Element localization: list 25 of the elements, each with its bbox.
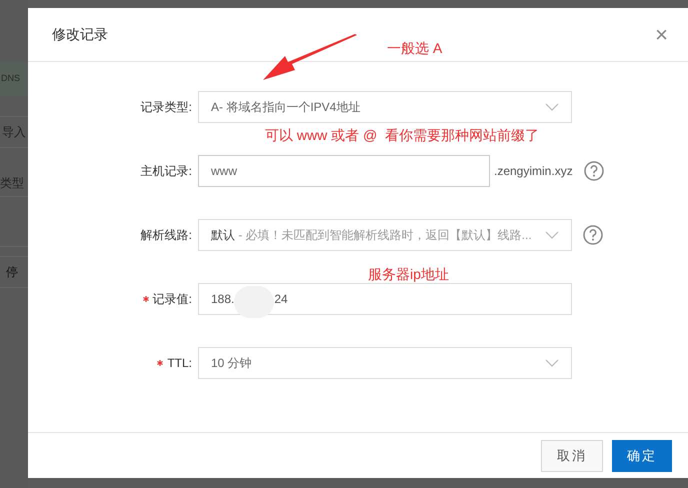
field-label: 记录值: [152,291,192,308]
cancel-button[interactable]: 取消 [541,440,603,472]
confirm-button[interactable]: 确定 [612,440,672,472]
input-field[interactable]: www [198,155,490,187]
chevron-down-icon [545,231,559,239]
annotation-text: 一般选 A [387,39,442,58]
chevron-down-icon [545,103,559,111]
close-button[interactable]: × [655,24,668,46]
annotation-text: 可以 www 或者 @ 看你需要那种网站前缀了 [265,126,539,145]
select-field[interactable]: 10 分钟 [198,347,572,379]
field-label: 记录类型: [140,99,192,116]
domain-suffix: .zengyimin.xyz [494,163,573,180]
select-field[interactable]: 默认 - 必填！未匹配到智能解析线路时，返回【默认】线路... [198,219,572,251]
field-label: TTL: [167,355,192,372]
select-field[interactable]: A- 将域名指向一个IPV4地址 [198,91,572,123]
column-header: 类型 [0,175,24,192]
annotation-text: 服务器ip地址 [368,265,449,284]
redaction-blob [234,286,274,318]
dialog-title: 修改记录 [52,25,108,44]
help-icon[interactable] [583,225,603,245]
field-label: 解析线路: [140,227,192,244]
field-label: 主机记录: [140,163,192,180]
chevron-down-icon [545,359,559,367]
help-icon[interactable] [584,161,604,181]
input-field[interactable]: 188. 24 [198,283,572,315]
